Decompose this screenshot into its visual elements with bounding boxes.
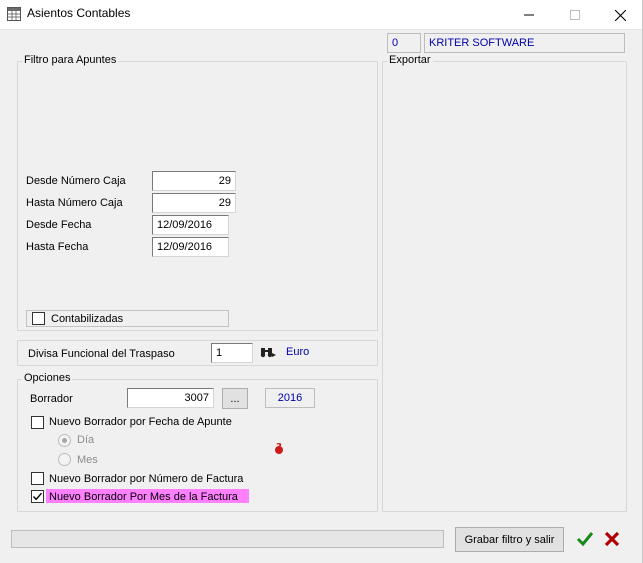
borrador-input[interactable]: 3007 — [127, 388, 214, 408]
radio-mes-label: Mes — [77, 454, 98, 466]
close-button[interactable] — [597, 0, 643, 30]
nuevo-factura-label: Nuevo Borrador por Número de Factura — [49, 473, 244, 485]
radio-dia-label: Día — [77, 434, 95, 446]
cancel-x-icon — [604, 531, 620, 547]
company-code: 0 — [387, 33, 421, 53]
hasta-fecha-input[interactable]: 12/09/2016 — [152, 237, 229, 257]
radio-dia-dot — [62, 438, 67, 443]
desde-numero-caja-label: Desde Número Caja — [26, 175, 126, 187]
nuevo-mes-factura-checkbox[interactable] — [31, 490, 44, 503]
exportar-groupbox — [382, 61, 627, 512]
question-help-icon[interactable]: ? — [272, 441, 286, 458]
desde-fecha-label: Desde Fecha — [26, 219, 92, 231]
nuevo-fecha-checkbox[interactable] — [31, 416, 44, 429]
year-field: 2016 — [265, 388, 315, 408]
desde-numero-caja-input[interactable]: 29 — [152, 171, 236, 191]
close-icon — [614, 9, 626, 21]
window-title: Asientos Contables — [27, 6, 131, 20]
table-app-icon — [7, 7, 21, 21]
divisa-input[interactable]: 1 — [211, 343, 253, 363]
hasta-fecha-label: Hasta Fecha — [26, 241, 89, 253]
exportar-legend: Exportar — [387, 54, 433, 66]
checkmark-icon — [32, 492, 43, 501]
maximize-icon — [570, 10, 580, 20]
opciones-legend: Opciones — [22, 372, 73, 384]
cancel-button[interactable] — [603, 530, 621, 551]
svg-text:?: ? — [276, 442, 282, 453]
nuevo-fecha-label: Nuevo Borrador por Fecha de Apunte — [49, 416, 232, 428]
company-name: KRITER SOFTWARE — [424, 33, 625, 53]
divisa-label: Divisa Funcional del Traspaso — [28, 348, 175, 360]
radio-mes[interactable] — [58, 453, 71, 466]
progress-bar — [11, 530, 444, 548]
borrador-label: Borrador — [30, 393, 73, 405]
hasta-numero-caja-input[interactable]: 29 — [152, 193, 236, 213]
borrador-browse-button[interactable]: ... — [222, 388, 248, 409]
currency-name: Euro — [286, 346, 310, 358]
hasta-numero-caja-label: Hasta Número Caja — [26, 197, 123, 209]
ok-button[interactable] — [576, 530, 594, 551]
contabilizadas-checkbox[interactable] — [32, 312, 45, 325]
grabar-filtro-button[interactable]: Grabar filtro y salir — [455, 527, 564, 552]
maximize-button[interactable] — [552, 0, 598, 30]
radio-dia[interactable] — [58, 434, 71, 447]
contabilizadas-label: Contabilizadas — [51, 313, 124, 325]
ok-checkmark-icon — [576, 532, 594, 547]
binoculars-icon[interactable] — [260, 345, 276, 362]
minimize-icon — [524, 14, 534, 16]
minimize-button[interactable] — [506, 0, 552, 30]
nuevo-mes-factura-label: Nuevo Borrador Por Mes de la Factura — [49, 491, 238, 503]
desde-fecha-input[interactable]: 12/09/2016 — [152, 215, 229, 235]
filtro-legend: Filtro para Apuntes — [22, 54, 119, 66]
nuevo-factura-checkbox[interactable] — [31, 472, 44, 485]
